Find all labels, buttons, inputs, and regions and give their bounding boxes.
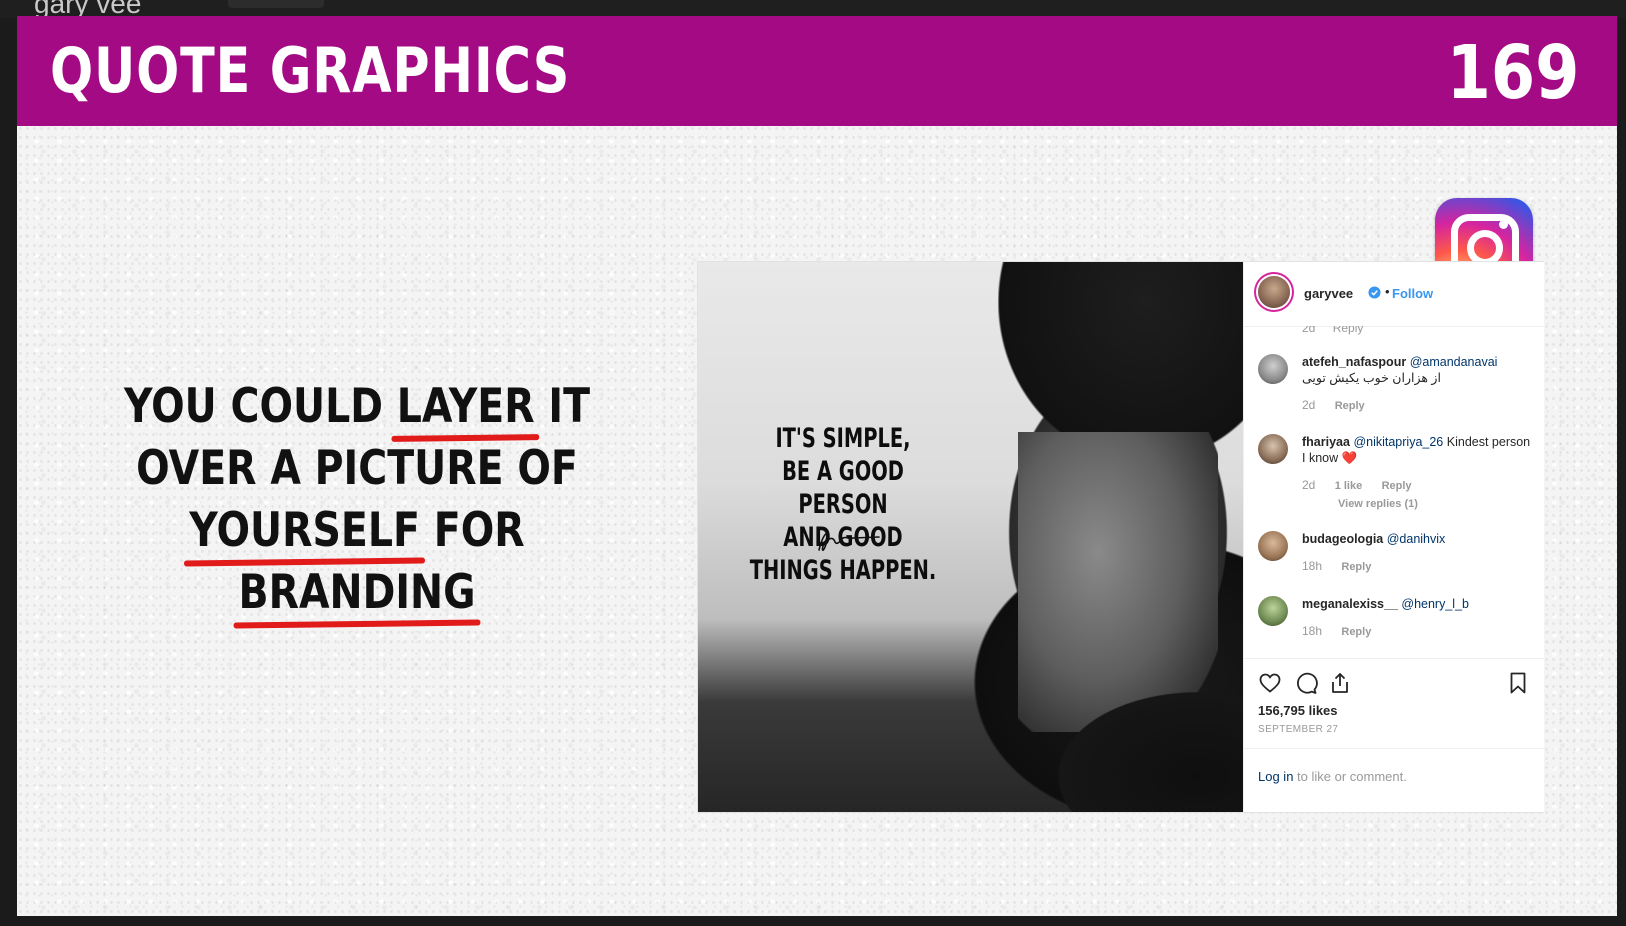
reply-button[interactable]: Reply	[1335, 400, 1365, 412]
comment-meta: 2d 1 like Reply	[1302, 478, 1428, 492]
comment-username[interactable]: budageologia	[1302, 532, 1383, 546]
comment-likes[interactable]: 1 like	[1335, 480, 1363, 492]
comment-icon[interactable]	[1294, 671, 1318, 695]
headline-word-underlined: YOURSELF	[189, 500, 420, 562]
comment-username[interactable]: atefeh_nafaspour	[1302, 355, 1406, 369]
comment-text: meganalexiss__ @henry_l_b	[1302, 596, 1534, 612]
comment-time: 2d	[1302, 398, 1316, 412]
comment-mention[interactable]: @danihvix	[1387, 532, 1446, 546]
comment-text: atefeh_nafaspour @amandanavai از هزاران …	[1302, 354, 1534, 386]
headline-word-underlined: BRANDING	[238, 562, 475, 624]
avatar[interactable]	[1258, 596, 1288, 626]
avatar[interactable]	[1258, 354, 1288, 384]
avatar[interactable]	[1258, 434, 1288, 464]
headline-line-2: OVER A PICTURE OF	[136, 441, 578, 496]
comment-time: 2d	[1302, 326, 1316, 335]
comment-text: fhariyaa @nikitapriya_26 Kindest person …	[1302, 434, 1534, 466]
window-topbar-pill	[228, 0, 324, 8]
heart-emoji: ❤️	[1341, 451, 1358, 465]
heart-icon[interactable]	[1258, 671, 1282, 695]
comments-list[interactable]: 2d Reply atefeh_nafaspour @amandanavai ا…	[1244, 326, 1544, 658]
photo-quote: IT'S SIMPLE, BE A GOOD PERSON AND GOOD T…	[739, 422, 948, 587]
headline-word: YOU COULD	[123, 379, 384, 434]
reply-button[interactable]: Reply	[1341, 626, 1371, 638]
instagram-logo-flash	[1499, 220, 1508, 229]
post-username[interactable]: garyvee	[1304, 286, 1353, 301]
login-bar: Log in to like or comment.	[1244, 748, 1544, 813]
separator-dot: •	[1385, 284, 1390, 299]
headline-line-1: YOU COULD LAYER IT	[105, 376, 609, 438]
avatar[interactable]	[1258, 276, 1290, 308]
comment-username[interactable]: fhariyaa	[1302, 435, 1350, 449]
comment-time: 2d	[1302, 478, 1316, 492]
login-link[interactable]: Log in	[1258, 769, 1293, 784]
headline-line-3: YOURSELF FOR BRANDING	[105, 500, 609, 624]
comment-mention[interactable]: @amandanavai	[1410, 355, 1498, 369]
headline: YOU COULD LAYER IT OVER A PICTURE OF YOU…	[105, 376, 609, 624]
comment-meta: 18h Reply	[1302, 559, 1387, 573]
photo-quote-line: IT'S SIMPLE,	[775, 423, 911, 454]
post-actions: 156,795 likes SEPTEMBER 27	[1244, 658, 1544, 749]
reply-button[interactable]: Reply	[1341, 561, 1371, 573]
comment-text: budageologia @danihvix	[1302, 531, 1534, 547]
share-icon[interactable]	[1328, 671, 1352, 695]
comment-meta: 2d Reply	[1302, 398, 1381, 412]
page-number: 169	[1446, 30, 1579, 116]
comment-meta: 18h Reply	[1302, 624, 1387, 638]
comment-meta-partial: 2d Reply	[1302, 326, 1377, 335]
slide-title: QUOTE GRAPHICS	[50, 34, 571, 107]
comment-username[interactable]: meganalexiss__	[1302, 597, 1398, 611]
comment-time: 18h	[1302, 624, 1323, 638]
reply-button[interactable]: Reply	[1333, 326, 1364, 335]
photo-face	[1018, 432, 1218, 732]
headline-word-underlined: LAYER	[397, 376, 535, 438]
comment-time: 18h	[1302, 559, 1323, 573]
comment-mention[interactable]: @nikitapriya_26	[1353, 435, 1443, 449]
headline-word: FOR	[433, 503, 525, 558]
photo-quote-line: BE A GOOD PERSON	[782, 456, 904, 520]
post-date: SEPTEMBER 27	[1258, 724, 1339, 735]
signature-icon	[818, 532, 880, 552]
follow-button[interactable]: Follow	[1392, 286, 1433, 301]
likes-count[interactable]: 156,795 likes	[1258, 703, 1338, 718]
view-replies-button[interactable]: View replies (1)	[1338, 498, 1418, 510]
comment-body: از هزاران خوب یکیش تویی	[1302, 371, 1441, 385]
slide-header: QUOTE GRAPHICS 169	[17, 16, 1617, 126]
avatar[interactable]	[1258, 531, 1288, 561]
photo-shoulder	[1058, 692, 1243, 812]
post-side-panel: garyvee • Follow 2d Reply atefeh_nafaspo…	[1243, 262, 1544, 812]
comment-mention[interactable]: @henry_l_b	[1401, 597, 1469, 611]
headline-word: IT	[548, 379, 591, 434]
bookmark-icon[interactable]	[1506, 671, 1530, 695]
verified-badge-icon	[1368, 286, 1381, 299]
login-prompt: Log in to like or comment.	[1258, 769, 1407, 784]
post-header: garyvee • Follow	[1244, 262, 1544, 327]
login-prompt-text: to like or comment.	[1293, 769, 1407, 784]
reply-button[interactable]: Reply	[1382, 480, 1412, 492]
instagram-post: IT'S SIMPLE, BE A GOOD PERSON AND GOOD T…	[697, 261, 1544, 813]
post-photo[interactable]: IT'S SIMPLE, BE A GOOD PERSON AND GOOD T…	[698, 262, 1243, 812]
